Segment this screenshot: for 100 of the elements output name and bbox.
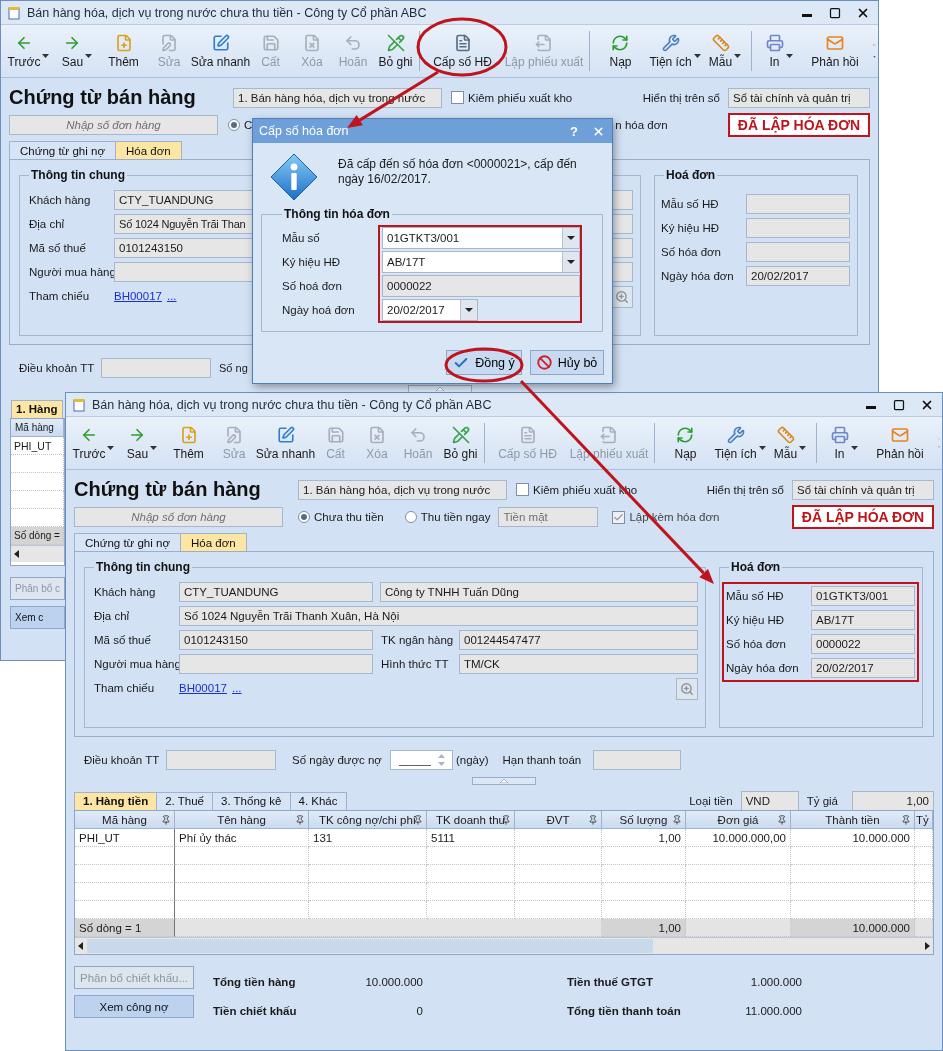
field-label: TK ngân hàng: [380, 633, 455, 648]
text-field[interactable]: Số 1024 Nguyễn Trãi Thanh Xuân, Hà Nội: [179, 606, 698, 626]
toolbar-button[interactable]: Sau: [117, 417, 167, 469]
column-header[interactable]: Số lượng: [602, 811, 686, 829]
reference-link[interactable]: ...: [166, 290, 177, 302]
action-button[interactable]: Xem c: [10, 606, 65, 629]
text-field[interactable]: [166, 749, 276, 770]
order-number-field[interactable]: Nhập số đơn hàng: [74, 507, 283, 527]
tab[interactable]: Hóa đơn: [179, 533, 247, 551]
exchange-rate-field[interactable]: 1,00: [852, 790, 934, 811]
text-field[interactable]: [593, 749, 682, 770]
radio-button[interactable]: [228, 119, 240, 131]
field-label: Hạn thanh toán: [502, 753, 582, 766]
tab[interactable]: Hóa đơn: [114, 141, 182, 159]
tab[interactable]: 2. Thuế: [156, 791, 213, 810]
text-field[interactable]: TM/CK: [459, 654, 698, 674]
column-header[interactable]: TK công nợ/chi phí: [309, 811, 427, 829]
column-header[interactable]: Tên hàng: [175, 811, 309, 829]
combo-box[interactable]: AB/17T: [382, 251, 580, 273]
text-field[interactable]: 0000022: [811, 634, 915, 654]
column-header[interactable]: Mã hàng: [75, 811, 175, 829]
document-pen-icon: [225, 425, 243, 444]
radio-button[interactable]: [298, 511, 310, 523]
dropdown-button[interactable]: [562, 228, 579, 248]
combo-box[interactable]: 01GTKT3/001: [382, 227, 580, 249]
toolbar-button[interactable]: Tiện ích: [713, 417, 767, 469]
toolbar-button[interactable]: Thêm: [102, 25, 145, 77]
collapse-button[interactable]: [472, 777, 536, 785]
toolbar-button[interactable]: Sau: [52, 25, 102, 77]
text-field[interactable]: [746, 242, 850, 262]
text-field[interactable]: 20/02/2017: [746, 266, 850, 286]
toolbar-button[interactable]: Mẫu: [702, 25, 748, 77]
column-header[interactable]: TK doanh thu: [427, 811, 515, 829]
column-header[interactable]: Thành tiền: [791, 811, 915, 829]
tab[interactable]: 3. Thống kê: [212, 791, 291, 810]
ledger-field[interactable]: Sổ tài chính và quản trị: [792, 479, 934, 500]
checkbox[interactable]: [516, 483, 529, 496]
field-label: Mã số thuế: [29, 241, 87, 256]
toolbar-button[interactable]: Cấp số HĐ: [423, 25, 502, 77]
cancel-button[interactable]: Hủy bỏ: [530, 350, 604, 375]
text-field[interactable]: 0000022: [382, 275, 580, 297]
reference-link[interactable]: BH00017: [114, 290, 162, 302]
toolbar-button[interactable]: Thêm: [167, 417, 210, 469]
pin-icon: [901, 815, 911, 825]
spinner-field[interactable]: _____: [389, 749, 453, 770]
caret-icon: [799, 446, 807, 450]
currency-field[interactable]: VND: [740, 790, 799, 811]
date-field[interactable]: 20/02/2017: [382, 299, 478, 321]
text-field[interactable]: 001244547477: [459, 630, 698, 650]
toolbar-button[interactable]: Trước: [70, 417, 117, 469]
text-field[interactable]: [101, 357, 211, 378]
column-header[interactable]: Đơn giá: [686, 811, 791, 829]
tab[interactable]: Chứng từ ghi nợ: [74, 533, 181, 551]
toolbar-button[interactable]: Mẫu: [767, 417, 813, 469]
text-field[interactable]: 0101243150: [179, 630, 373, 650]
horizontal-scrollbar[interactable]: [11, 545, 64, 562]
text-field[interactable]: 01GTKT3/001: [811, 586, 915, 606]
zoom-button[interactable]: [611, 286, 633, 308]
tab[interactable]: 1. Hàng tiền: [74, 791, 158, 810]
toolbar-button[interactable]: Trước: [5, 25, 52, 77]
checkbox[interactable]: [451, 91, 464, 104]
caret-icon: [785, 54, 793, 58]
column-header[interactable]: ĐVT: [515, 811, 602, 829]
toolbar-button[interactable]: Nạp: [658, 417, 713, 469]
reference-link[interactable]: BH00017: [179, 682, 227, 694]
reference-link[interactable]: ...: [231, 682, 242, 694]
toolbar-button[interactable]: Sửa nhanh: [193, 25, 248, 77]
toolbar-button[interactable]: Tiện ích: [648, 25, 702, 77]
order-number-field[interactable]: Nhập số đơn hàng: [9, 115, 218, 135]
toolbar-button[interactable]: Sửa nhanh: [258, 417, 313, 469]
toolbar-button[interactable]: In: [820, 417, 868, 469]
field-label: Tham chiếu: [94, 681, 156, 696]
dropdown-button[interactable]: [460, 300, 477, 320]
toolbar-button[interactable]: Bỏ ghi: [440, 417, 481, 469]
toolbar-button[interactable]: Phản hồi: [868, 417, 932, 469]
toolbar-button[interactable]: In: [755, 25, 803, 77]
toolbar-button[interactable]: Phản hồi: [803, 25, 867, 77]
action-button[interactable]: Xem công nợ: [74, 995, 194, 1018]
refresh-icon: [676, 425, 695, 444]
text-field[interactable]: [179, 654, 373, 674]
text-field[interactable]: 20/02/2017: [811, 658, 915, 678]
text-field[interactable]: Công ty TNHH Tuấn Dũng: [380, 582, 698, 602]
radio-button[interactable]: [404, 511, 417, 523]
dropdown-button[interactable]: [562, 252, 579, 272]
text-field[interactable]: [746, 194, 850, 214]
text-field[interactable]: [746, 218, 850, 238]
text-field[interactable]: CTY_TUANDUNG: [179, 582, 373, 602]
horizontal-scrollbar[interactable]: [75, 937, 933, 954]
toolbar-button[interactable]: Bỏ ghi: [375, 25, 416, 77]
ledger-field[interactable]: Sổ tài chính và quản trị: [728, 87, 870, 108]
tab[interactable]: 1. Hàng: [11, 399, 63, 418]
zoom-button[interactable]: [676, 678, 698, 700]
tab[interactable]: Chứng từ ghi nợ: [9, 141, 116, 159]
column-header[interactable]: Mã hàng: [11, 419, 64, 437]
column-header[interactable]: Tỷ: [915, 811, 933, 829]
tab[interactable]: 4. Khác: [289, 791, 347, 810]
voucher-type-field[interactable]: 1. Bán hàng hóa, dịch vụ trong nước: [298, 479, 507, 500]
toolbar-button[interactable]: Nạp: [593, 25, 648, 77]
document-arrow-icon: [535, 33, 553, 52]
text-field[interactable]: AB/17T: [811, 610, 915, 630]
